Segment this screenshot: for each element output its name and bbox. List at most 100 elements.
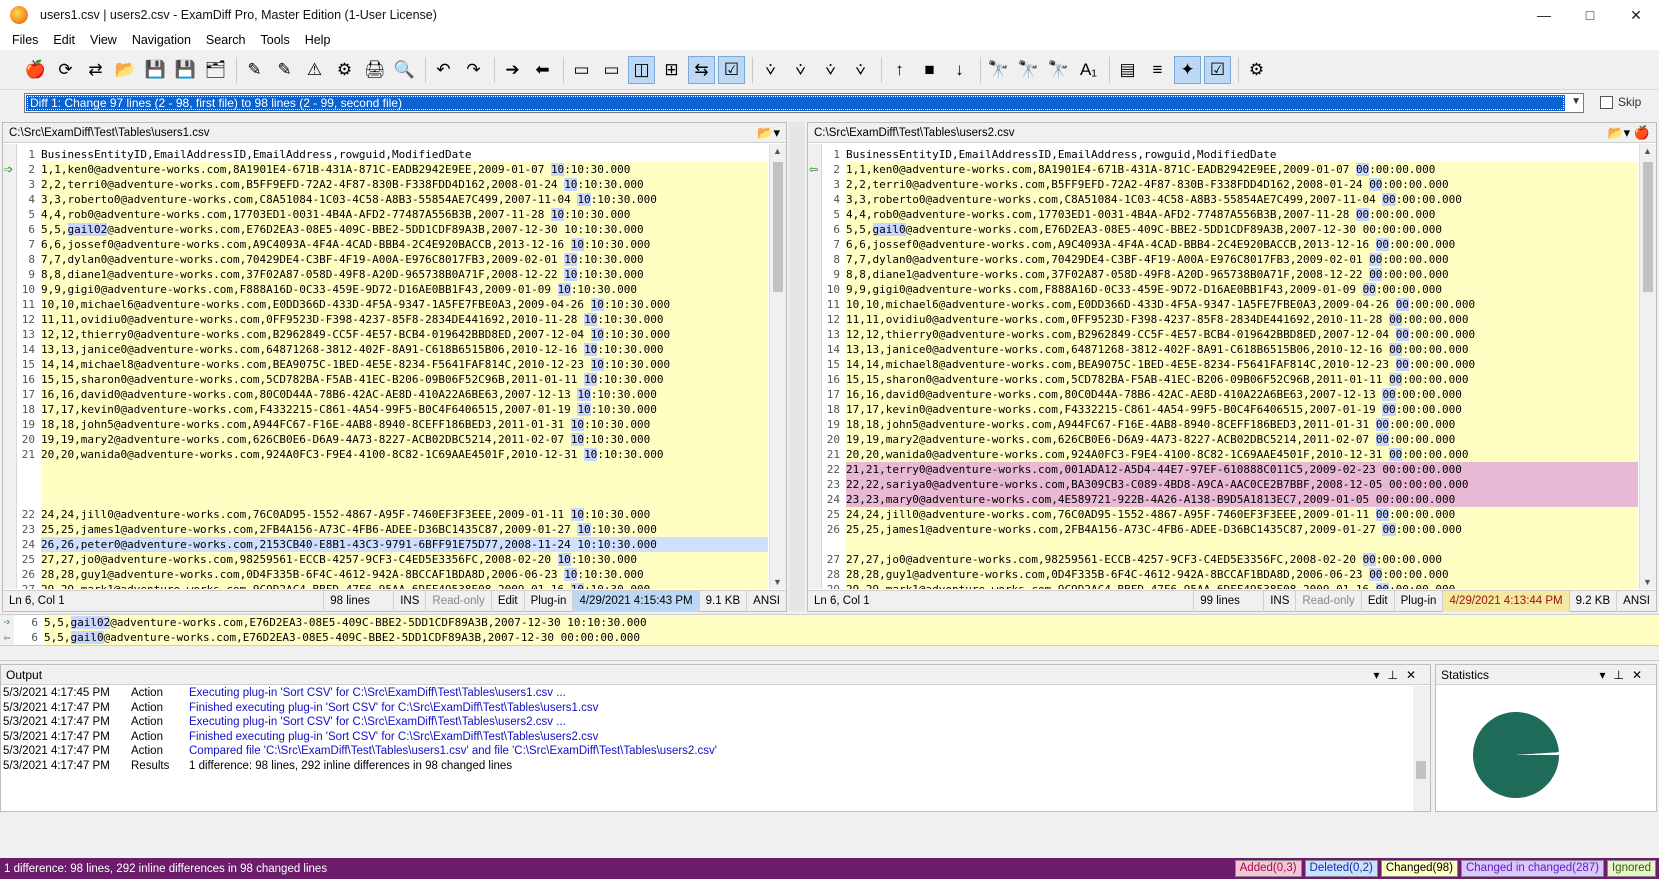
filter-apply-icon[interactable]: ⩒ bbox=[847, 56, 874, 84]
filter-clear-icon[interactable]: ⩒ bbox=[787, 56, 814, 84]
left-readonly[interactable]: Read-only bbox=[425, 590, 490, 612]
code-line[interactable]: 2 1,1,ken0@adventure-works.com,8A1901E4-6… bbox=[822, 162, 1638, 177]
output-row[interactable]: 5/3/2021 4:17:47 PM Action Finished execut… bbox=[1, 730, 1412, 745]
code-line[interactable] bbox=[17, 462, 768, 477]
scroll-up-icon[interactable]: ▲ bbox=[1643, 146, 1652, 156]
left-scroll-thumb[interactable] bbox=[773, 162, 783, 292]
copy-right-icon[interactable]: ➔ bbox=[499, 56, 526, 84]
output-panel-controls[interactable]: ▾⊥✕ bbox=[1373, 665, 1424, 685]
undo-icon[interactable]: ↶ bbox=[430, 56, 457, 84]
output-row[interactable]: 5/3/2021 4:17:47 PM Results 1 difference: … bbox=[1, 759, 1412, 774]
options-icon[interactable]: ⚙ bbox=[331, 56, 358, 84]
code-line[interactable]: 9 8,8,diane1@adventure-works.com,37F02A87… bbox=[17, 267, 768, 282]
prev-diff-icon[interactable]: ↑ bbox=[886, 56, 913, 84]
code-line[interactable]: 4 3,3,roberto0@adventure-works.com,C8A510… bbox=[822, 192, 1638, 207]
code-line[interactable]: 2729,29,mark1@adventure-works.com,9C9D2A… bbox=[17, 582, 768, 589]
horizontal-scrollbar[interactable] bbox=[0, 647, 1659, 661]
code-line[interactable]: 11 10,10,michael6@adventure-works.com,E0D… bbox=[17, 297, 768, 312]
code-line[interactable]: 8 7,7,dylan0@adventure-works.com,70429DE4… bbox=[17, 252, 768, 267]
warning-icon[interactable]: ⚠ bbox=[301, 56, 328, 84]
left-lines[interactable]: 1 BusinessEntityID,EmailAddressID,EmailAd… bbox=[17, 147, 768, 589]
code-line[interactable]: 7 6,6,jossef0@adventure-works.com,A9C4093… bbox=[17, 237, 768, 252]
code-line[interactable]: 13 12,12,thierry0@adventure-works.com,B29… bbox=[17, 327, 768, 342]
skip-checkbox[interactable]: Skip bbox=[1600, 95, 1641, 109]
code-line[interactable]: 23 25,25,james1@adventure-works.com,2FB4A… bbox=[17, 522, 768, 537]
save-all-icon[interactable]: 🗂 bbox=[202, 56, 229, 84]
code-line[interactable]: 24 23,23,mary0@adventure-works.com,4E5897… bbox=[822, 492, 1638, 507]
save-icon[interactable]: 💾 bbox=[142, 56, 169, 84]
open-compare-icon[interactable]: 🍎 bbox=[22, 56, 49, 84]
code-line[interactable]: 6 5,5,gail02@adventure-works.com,E76D2EA3… bbox=[17, 222, 768, 237]
code-line[interactable]: 6 5,5,gail0@adventure-works.com,E76D2EA3-… bbox=[822, 222, 1638, 237]
current-diff-icon[interactable]: ■ bbox=[916, 56, 943, 84]
code-line[interactable]: 22 24,24,jill0@adventure-works.com,76C0AD… bbox=[17, 507, 768, 522]
code-line[interactable]: 14 13,13,janice0@adventure-works.com,6487… bbox=[822, 342, 1638, 357]
right-readonly[interactable]: Read-only bbox=[1295, 590, 1360, 612]
view-grid-icon[interactable]: ⊞ bbox=[658, 56, 685, 84]
save-as-icon[interactable]: 💾 bbox=[172, 56, 199, 84]
code-line[interactable]: 14 13,13,janice0@adventure-works.com,6487… bbox=[17, 342, 768, 357]
code-line[interactable]: 28 28,28,guy1@adventure-works.com,0D4F335… bbox=[822, 567, 1638, 582]
copy-left-icon[interactable]: ⬅ bbox=[529, 56, 556, 84]
refresh-icon[interactable]: ⟳ bbox=[52, 56, 79, 84]
print-preview-icon[interactable]: 🔍 bbox=[391, 56, 418, 84]
check-icon[interactable]: ☑ bbox=[718, 55, 745, 84]
code-line[interactable]: 23 22,22,sariya0@adventure-works.com,BA30… bbox=[822, 477, 1638, 492]
code-line[interactable]: 18 17,17,kevin0@adventure-works.com,F4332… bbox=[17, 402, 768, 417]
code-line[interactable]: 11 10,10,michael6@adventure-works.com,E0D… bbox=[822, 297, 1638, 312]
plugin-icon[interactable]: ✦ bbox=[1174, 55, 1201, 84]
code-line[interactable]: 21 20,20,wanida0@adventure-works.com,924A… bbox=[17, 447, 768, 462]
scroll-up-icon[interactable]: ▲ bbox=[773, 146, 782, 156]
code-line[interactable]: 10 9,9,gigi0@adventure-works.com,F888A16D… bbox=[822, 282, 1638, 297]
left-plugin[interactable]: Plug-in bbox=[523, 590, 573, 612]
code-line[interactable] bbox=[17, 492, 768, 507]
diff-selector[interactable]: Diff 1: Change 97 lines (2 - 98, first f… bbox=[24, 93, 1584, 113]
right-edit[interactable]: Edit bbox=[1360, 590, 1394, 612]
code-line[interactable]: 27 27,27,jo0@adventure-works.com,98259561… bbox=[822, 552, 1638, 567]
menu-help[interactable]: Help bbox=[299, 33, 337, 47]
output-log[interactable]: 5/3/2021 4:17:45 PM Action Executing plug-… bbox=[1, 686, 1412, 811]
edit-right-icon[interactable]: ✎ bbox=[271, 56, 298, 84]
code-line[interactable]: 16 15,15,sharon0@adventure-works.com,5CD7… bbox=[822, 372, 1638, 387]
right-plugin[interactable]: Plug-in bbox=[1393, 590, 1443, 612]
code-line[interactable]: 26 28,28,guy1@adventure-works.com,0D4F335… bbox=[17, 567, 768, 582]
compare-line[interactable]: ⇦ 6 5,5,gail0@adventure-works.com,E76D2EA3… bbox=[0, 630, 1659, 645]
code-line[interactable]: 3 2,2,terri0@adventure-works.com,B5FF9EFD… bbox=[17, 177, 768, 192]
code-line[interactable]: 19 18,18,john5@adventure-works.com,A944FC… bbox=[17, 417, 768, 432]
replace-icon[interactable]: A₁ bbox=[1075, 56, 1102, 84]
view-double-icon[interactable]: ▭ bbox=[598, 56, 625, 84]
view-side-icon[interactable]: ◫ bbox=[628, 55, 655, 84]
output-row[interactable]: 5/3/2021 4:17:47 PM Action Finished execut… bbox=[1, 701, 1412, 716]
next-diff-icon[interactable]: ↓ bbox=[946, 56, 973, 84]
swap-files-icon[interactable]: ⇄ bbox=[82, 56, 109, 84]
output-row[interactable]: 5/3/2021 4:17:47 PM Action Compared file '… bbox=[1, 744, 1412, 759]
report-icon[interactable]: ☑ bbox=[1204, 55, 1231, 84]
menu-search[interactable]: Search bbox=[200, 33, 252, 47]
code-line[interactable]: 2929,29,mark1@adventure-works.com,9C9D2A… bbox=[822, 582, 1638, 589]
menu-navigation[interactable]: Navigation bbox=[126, 33, 197, 47]
redo-icon[interactable]: ↷ bbox=[460, 56, 487, 84]
layout-icon[interactable]: ▤ bbox=[1114, 56, 1141, 84]
code-line[interactable]: 17 16,16,david0@adventure-works.com,80C0D… bbox=[17, 387, 768, 402]
code-line[interactable]: 15 14,14,michael8@adventure-works.com,BEA… bbox=[822, 357, 1638, 372]
compare-line[interactable]: ➩ 6 5,5,gail02@adventure-works.com,E76D2EA… bbox=[0, 615, 1659, 630]
code-line[interactable]: 7 6,6,jossef0@adventure-works.com,A9C4093… bbox=[822, 237, 1638, 252]
find-next-icon[interactable]: 🔭 bbox=[1015, 56, 1042, 84]
skip-checkbox-box[interactable] bbox=[1600, 95, 1613, 109]
settings-icon[interactable]: ⚙ bbox=[1243, 56, 1270, 84]
code-line[interactable]: 1 BusinessEntityID,EmailAddressID,EmailAd… bbox=[822, 147, 1638, 162]
output-row[interactable]: 5/3/2021 4:17:45 PM Action Executing plug-… bbox=[1, 686, 1412, 701]
edit-left-icon[interactable]: ✎ bbox=[241, 56, 268, 84]
code-line[interactable]: 2 1,1,ken0@adventure-works.com,8A1901E4-6… bbox=[17, 162, 768, 177]
menu-edit[interactable]: Edit bbox=[47, 33, 81, 47]
code-line[interactable]: 20 19,19,mary2@adventure-works.com,626CB0… bbox=[17, 432, 768, 447]
code-line[interactable]: 22 21,21,terry0@adventure-works.com,001AD… bbox=[822, 462, 1638, 477]
code-line[interactable]: 25 27,27,jo0@adventure-works.com,98259561… bbox=[17, 552, 768, 567]
code-line[interactable]: 19 18,18,john5@adventure-works.com,A944FC… bbox=[822, 417, 1638, 432]
output-row[interactable]: 5/3/2021 4:17:47 PM Action Executing plug-… bbox=[1, 715, 1412, 730]
pane-splitter[interactable] bbox=[789, 122, 805, 612]
close-button[interactable]: ✕ bbox=[1613, 0, 1659, 30]
lines-icon[interactable]: ≡ bbox=[1144, 56, 1171, 84]
sync-icon[interactable]: ⇆ bbox=[688, 55, 715, 84]
code-line[interactable]: 8 7,7,dylan0@adventure-works.com,70429DE4… bbox=[822, 252, 1638, 267]
